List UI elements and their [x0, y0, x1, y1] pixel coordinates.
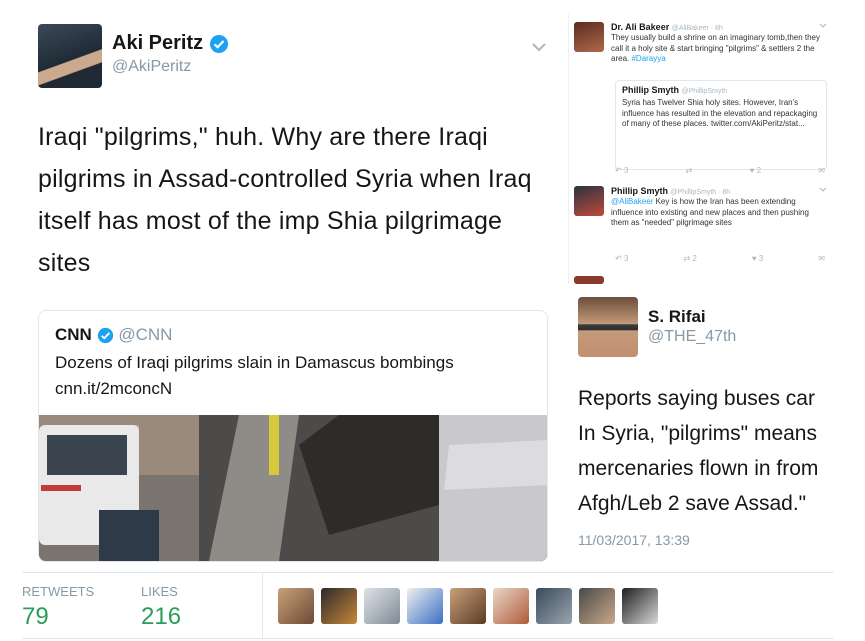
- card-author-handle: @CNN: [118, 325, 173, 344]
- thread-tweet1-name: Dr. Ali Bakeer: [611, 22, 670, 32]
- mention-link[interactable]: @AliBakeer: [611, 197, 653, 206]
- rifai-line: In Syria, "pilgrims" means: [578, 422, 817, 445]
- chevron-down-icon[interactable]: [819, 187, 827, 193]
- like-action[interactable]: ♥ 2: [750, 166, 761, 175]
- heart-icon: ♥: [751, 254, 757, 263]
- card-headline: Dozens of Iraqi pilgrims slain in Damasc…: [55, 353, 454, 372]
- retweets-count[interactable]: 79: [22, 603, 49, 631]
- reply-action[interactable]: ↶ 3: [615, 166, 628, 175]
- rifai-handle[interactable]: @THE_47th: [648, 328, 736, 346]
- rifai-timestamp: 11/03/2017, 13:39: [578, 532, 690, 548]
- embedded-thread-screenshot: Dr. Ali Bakeer @AliBakeer · 8h They usua…: [568, 14, 831, 284]
- reply-action[interactable]: ↶ 3: [615, 254, 628, 263]
- likes-count[interactable]: 216: [141, 603, 181, 631]
- chevron-down-icon[interactable]: [819, 23, 827, 29]
- verified-badge-icon: [97, 327, 113, 344]
- thread-tweet2-name: Phillip Smyth: [611, 186, 669, 196]
- liker-avatars: [278, 588, 658, 626]
- quote-handle: @PhillipSmyth: [681, 88, 728, 95]
- rifai-line: Afgh/Leb 2 save Assad.": [578, 492, 807, 515]
- quoted-tweet-card[interactable]: CNN @CNN Dozens of Iraqi pilgrims slain …: [38, 310, 548, 562]
- heart-icon: ♥: [749, 166, 755, 175]
- like-action[interactable]: ♥ 3: [752, 254, 763, 263]
- thread-tweet1-actions: ↶ 3 ⇄ ♥ 2 ✉: [615, 166, 825, 175]
- reply-icon: ↶: [615, 166, 622, 175]
- divider: [22, 572, 834, 573]
- author-handle[interactable]: @AkiPeritz: [112, 58, 191, 76]
- thread-tweet1-text: They usually build a shrine on an imagin…: [611, 33, 823, 65]
- verified-badge-icon: [209, 34, 228, 53]
- liker-avatar[interactable]: [450, 588, 486, 624]
- reply-icon: ↶: [615, 254, 622, 263]
- liker-avatar[interactable]: [493, 588, 529, 624]
- retweet-action[interactable]: ⇄ 2: [683, 254, 696, 263]
- like-count: 3: [758, 254, 764, 263]
- card-author[interactable]: CNN @CNN: [55, 325, 172, 345]
- retweet-icon: ⇄: [685, 166, 693, 175]
- quote-name: Phillip Smyth: [622, 85, 680, 95]
- liker-avatar[interactable]: [321, 588, 357, 624]
- dm-icon[interactable]: ✉: [818, 166, 825, 175]
- rifai-name[interactable]: S. Rifai: [648, 307, 706, 327]
- thread-tweet2-text: @AliBakeer Key is how the Iran has been …: [611, 197, 823, 229]
- likes-label[interactable]: LIKES: [141, 584, 178, 599]
- card-author-name: CNN: [55, 325, 92, 344]
- chevron-down-icon[interactable]: [530, 38, 548, 56]
- divider: [262, 573, 263, 638]
- dm-icon[interactable]: ✉: [818, 254, 825, 263]
- rifai-line: mercenaries flown in from: [578, 457, 819, 480]
- thread-tweet1-handle: @AliBakeer · 8h: [671, 25, 723, 32]
- reply-count: 3: [623, 254, 629, 263]
- s-rifai-avatar[interactable]: [578, 297, 638, 357]
- retweet-action[interactable]: ⇄: [686, 166, 693, 175]
- liker-avatar[interactable]: [364, 588, 400, 624]
- ali-bakeer-avatar[interactable]: [574, 22, 604, 52]
- retweet-count: 2: [692, 254, 697, 263]
- card-link[interactable]: cnn.it/2mconcN: [55, 379, 172, 399]
- thread-tweet2-actions: ↶ 3 ⇄ 2 ♥ 3 ✉: [615, 254, 825, 263]
- liker-avatar[interactable]: [278, 588, 314, 624]
- thread-tweet2-author[interactable]: Phillip Smyth @PhillipSmyth · 8h: [611, 186, 730, 196]
- like-count: 2: [756, 166, 762, 175]
- main-tweet-author[interactable]: Aki Peritz: [112, 32, 229, 55]
- quote-text: Syria has Twelver Shia holy sites. Howev…: [622, 98, 818, 128]
- liker-avatar[interactable]: [536, 588, 572, 624]
- hashtag-link[interactable]: #Darayya: [631, 54, 665, 63]
- divider: [22, 638, 834, 639]
- retweets-label[interactable]: RETWEETS: [22, 584, 94, 599]
- thread-tweet2-handle: @PhillipSmyth · 8h: [670, 189, 731, 196]
- rifai-tweet-text: Reports saying buses car In Syria, "pilg…: [578, 381, 838, 521]
- tweet-text: Iraqi "pilgrims," huh. Why are there Ira…: [38, 123, 532, 277]
- thread-quoted-tweet[interactable]: Phillip Smyth @PhillipSmyth Syria has Tw…: [615, 80, 827, 170]
- liker-avatar[interactable]: [622, 588, 658, 624]
- reply-count: 3: [623, 166, 629, 175]
- author-name[interactable]: Aki Peritz: [112, 32, 203, 54]
- quote-author: Phillip Smyth @PhillipSmyth: [622, 85, 727, 95]
- bombed-bus-photo[interactable]: [39, 415, 547, 561]
- next-avatar: [574, 276, 604, 284]
- rifai-line: Reports saying buses car: [578, 387, 815, 410]
- phillip-smyth-avatar[interactable]: [574, 186, 604, 216]
- aki-peritz-avatar[interactable]: [38, 24, 102, 88]
- liker-avatar[interactable]: [407, 588, 443, 624]
- liker-avatar[interactable]: [579, 588, 615, 624]
- thread-tweet1-author[interactable]: Dr. Ali Bakeer @AliBakeer · 8h: [611, 22, 723, 32]
- retweet-icon: ⇄: [683, 254, 691, 263]
